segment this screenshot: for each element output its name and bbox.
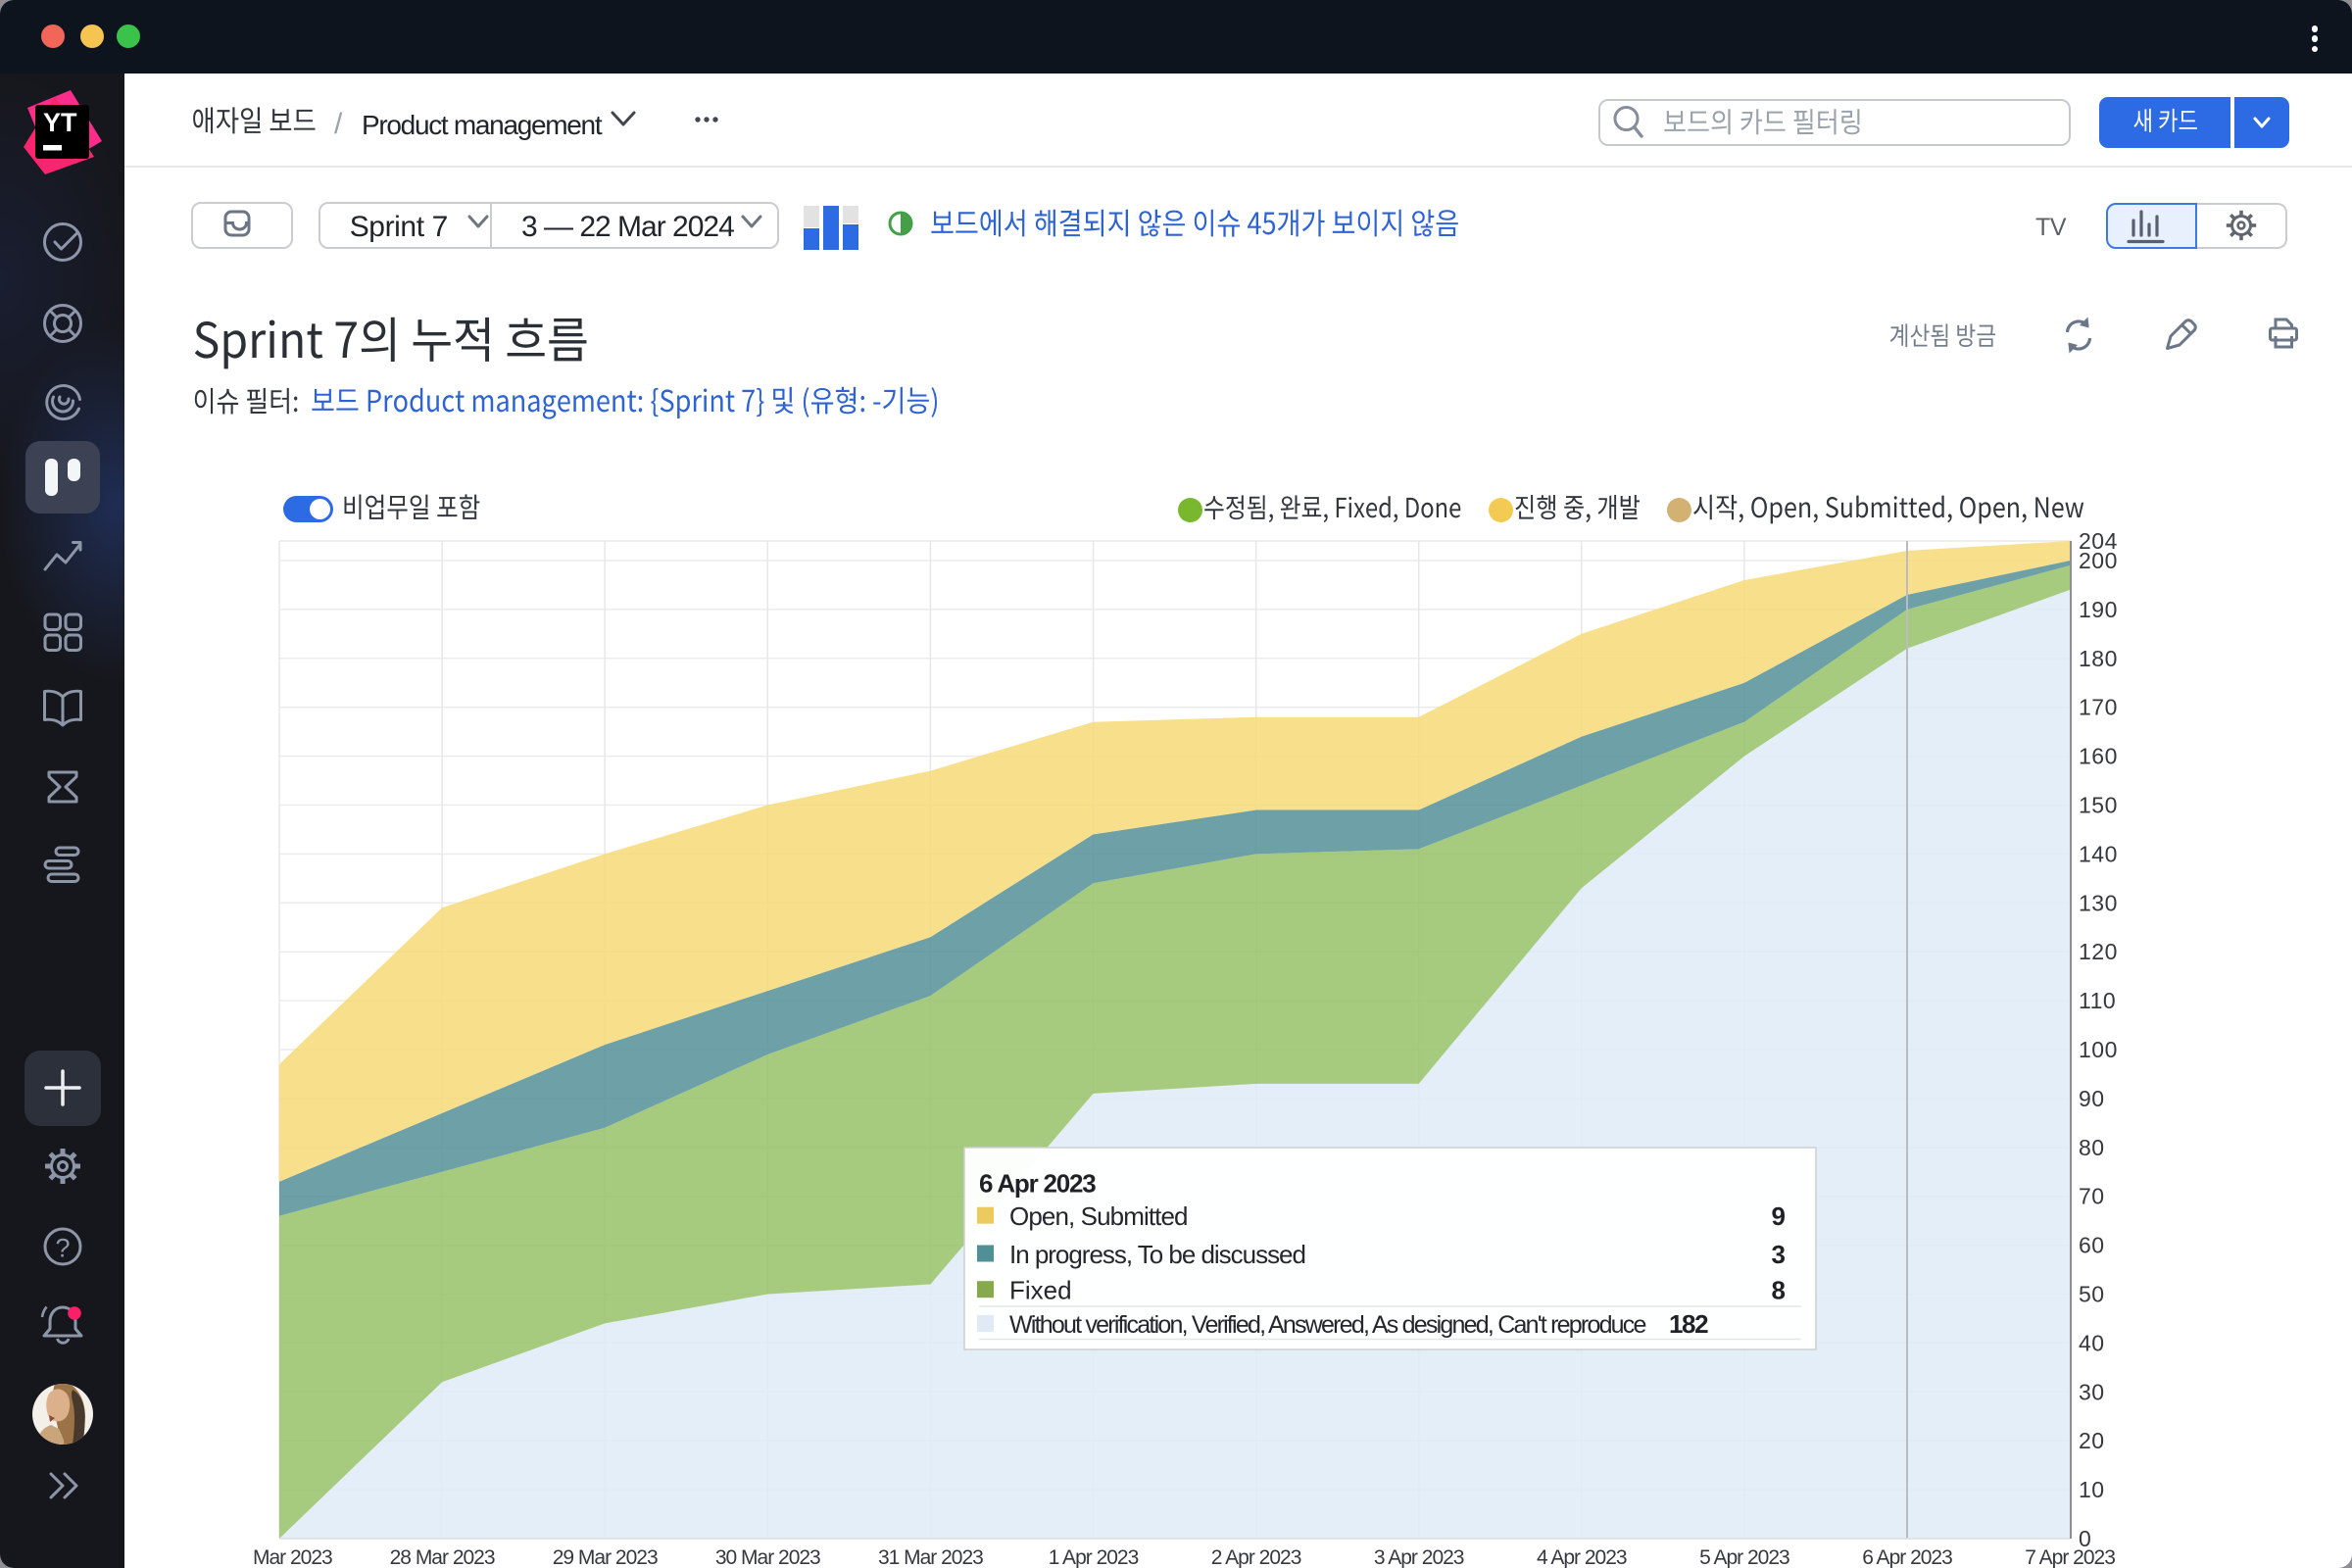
svg-text:6 Apr 2023: 6 Apr 2023 <box>1862 1546 1952 1568</box>
svg-text:80: 80 <box>2079 1135 2105 1160</box>
svg-text:Product management: Product management <box>362 110 603 140</box>
svg-text:60: 60 <box>2079 1233 2105 1258</box>
svg-text:Sprint 7: Sprint 7 <box>350 211 448 243</box>
svg-text:100: 100 <box>2079 1037 2118 1062</box>
svg-text:6 Apr 2023: 6 Apr 2023 <box>979 1169 1096 1199</box>
svg-text:Without verification, Verified: Without verification, Verified, Answered… <box>1009 1311 1646 1339</box>
svg-text:3 — 22 Mar 2024: 3 — 22 Mar 2024 <box>521 211 734 243</box>
svg-text:7 Apr 2023: 7 Apr 2023 <box>2025 1546 2115 1568</box>
svg-text:5 Apr 2023: 5 Apr 2023 <box>1699 1546 1789 1568</box>
svg-text:?: ? <box>55 1234 70 1263</box>
svg-text:29 Mar 2023: 29 Mar 2023 <box>553 1546 658 1568</box>
svg-text:50: 50 <box>2079 1282 2105 1307</box>
svg-text:120: 120 <box>2079 939 2118 964</box>
svg-text:4 Apr 2023: 4 Apr 2023 <box>1537 1546 1627 1568</box>
svg-text:Open, Submitted: Open, Submitted <box>1009 1201 1188 1231</box>
svg-text:140: 140 <box>2079 841 2118 866</box>
svg-text:90: 90 <box>2079 1086 2105 1111</box>
svg-text:182: 182 <box>1669 1309 1708 1339</box>
svg-text:/: / <box>334 108 343 140</box>
svg-text:150: 150 <box>2079 793 2118 818</box>
svg-text:YT: YT <box>43 108 77 137</box>
svg-text:TV: TV <box>2035 214 2067 241</box>
svg-text:70: 70 <box>2079 1184 2105 1209</box>
svg-text:170: 170 <box>2079 695 2118 720</box>
svg-text:30: 30 <box>2079 1379 2105 1404</box>
svg-text:160: 160 <box>2079 744 2118 769</box>
svg-text:190: 190 <box>2079 597 2118 622</box>
svg-text:10: 10 <box>2079 1477 2105 1502</box>
svg-text:9: 9 <box>1772 1201 1786 1231</box>
svg-text:Fixed: Fixed <box>1009 1276 1072 1305</box>
svg-text:28 Mar 2023: 28 Mar 2023 <box>390 1546 495 1568</box>
svg-text:8: 8 <box>1772 1276 1786 1305</box>
svg-text:Mar 2023: Mar 2023 <box>253 1546 332 1568</box>
svg-text:200: 200 <box>2079 548 2118 573</box>
svg-text:31 Mar 2023: 31 Mar 2023 <box>878 1546 983 1568</box>
svg-text:20: 20 <box>2079 1428 2105 1453</box>
svg-text:180: 180 <box>2079 646 2118 671</box>
svg-text:1 Apr 2023: 1 Apr 2023 <box>1049 1546 1139 1568</box>
svg-text:3: 3 <box>1772 1240 1786 1269</box>
svg-text:3 Apr 2023: 3 Apr 2023 <box>1374 1546 1464 1568</box>
svg-text:2 Apr 2023: 2 Apr 2023 <box>1211 1546 1301 1568</box>
svg-text:130: 130 <box>2079 890 2118 915</box>
svg-text:40: 40 <box>2079 1330 2105 1355</box>
svg-text:In progress, To be discussed: In progress, To be discussed <box>1009 1240 1305 1269</box>
svg-text:30 Mar 2023: 30 Mar 2023 <box>715 1546 820 1568</box>
svg-text:110: 110 <box>2079 988 2116 1013</box>
